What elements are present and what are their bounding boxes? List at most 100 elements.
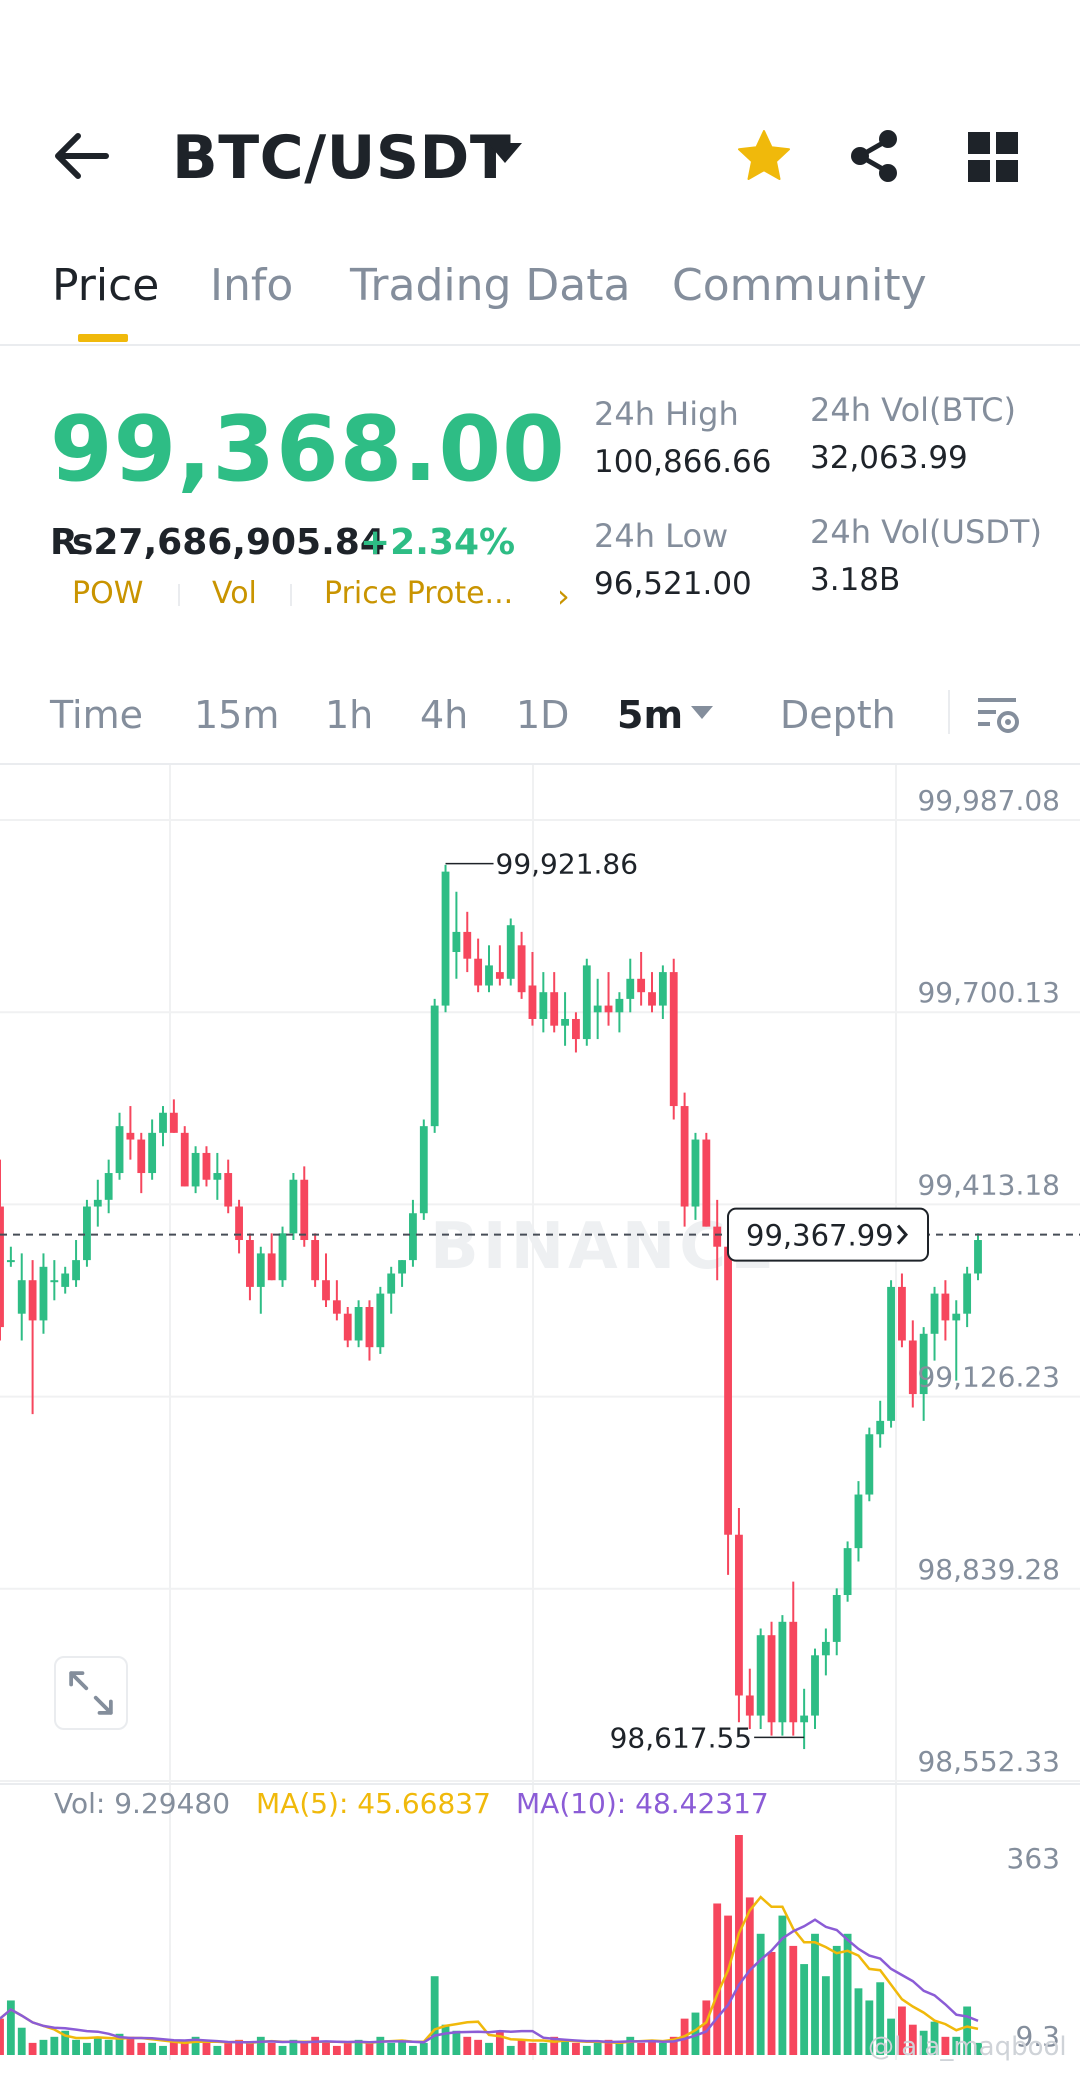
candle-body bbox=[311, 1240, 320, 1281]
volume-bar bbox=[213, 2045, 222, 2055]
candle-body bbox=[658, 972, 667, 1006]
candle-body bbox=[398, 1260, 406, 1274]
candle-body bbox=[724, 1246, 732, 1535]
volume-bar bbox=[148, 2042, 157, 2055]
candle-body bbox=[691, 1139, 700, 1207]
active-tab-indicator bbox=[78, 334, 128, 342]
star-icon[interactable] bbox=[736, 128, 792, 184]
timeframe-15m[interactable]: 15m bbox=[194, 690, 279, 740]
timeframe-depth[interactable]: Depth bbox=[780, 690, 896, 740]
volume-bar bbox=[517, 2039, 526, 2055]
candle-body bbox=[800, 1715, 809, 1723]
candle-body bbox=[843, 1548, 852, 1596]
fiat-price: ₨27,686,905.84 bbox=[50, 522, 385, 563]
price-axis-tick: 99,413.18 bbox=[917, 1168, 1060, 1201]
candle-body bbox=[789, 1621, 798, 1723]
volume-bar bbox=[202, 2042, 211, 2055]
timeframe-1h[interactable]: 1h bbox=[325, 690, 373, 740]
candle-body bbox=[159, 1112, 167, 1133]
candle-body bbox=[963, 1273, 972, 1314]
candle-body bbox=[137, 1139, 146, 1174]
candle-body bbox=[332, 1300, 341, 1314]
tag-price-protect[interactable]: Price Prote... bbox=[324, 574, 513, 614]
candles bbox=[0, 864, 982, 1750]
chevron-right-icon[interactable]: › bbox=[557, 576, 570, 616]
volume-axis: 3639.3 bbox=[1007, 1842, 1060, 2053]
volume-bar bbox=[811, 1933, 819, 2055]
volume-ma-lines bbox=[0, 1895, 979, 2045]
tab-price[interactable]: Price bbox=[52, 256, 159, 316]
volume-bar bbox=[615, 2042, 624, 2055]
timeframe-time[interactable]: Time bbox=[50, 690, 143, 740]
volume-bar bbox=[0, 2018, 4, 2055]
timeframe-dropdown-icon[interactable] bbox=[691, 706, 713, 719]
candle-body bbox=[169, 1112, 178, 1133]
volume-bar bbox=[72, 2039, 80, 2055]
tab-community[interactable]: Community bbox=[672, 256, 927, 316]
candle-body bbox=[430, 1005, 439, 1127]
volume-bar bbox=[528, 2042, 537, 2055]
candle-body bbox=[941, 1293, 950, 1321]
volume-bar bbox=[745, 1897, 754, 2055]
candle-body bbox=[669, 972, 678, 1107]
last-price: 99,368.00 bbox=[50, 397, 566, 502]
fullscreen-expand-icon[interactable] bbox=[54, 1656, 128, 1730]
low-marker-label: 98,617.55 bbox=[610, 1721, 753, 1754]
dropdown-caret-icon[interactable] bbox=[488, 143, 522, 163]
price-axis-tick: 99,700.13 bbox=[917, 976, 1060, 1009]
stat-24h-low-value: 96,521.00 bbox=[594, 566, 752, 602]
candle-body bbox=[387, 1273, 396, 1294]
timeframe-1d[interactable]: 1D bbox=[516, 690, 569, 740]
candle-body bbox=[756, 1635, 765, 1716]
candlestick-chart[interactable]: BINANCE 99,987.0899,700.1399,413.1899,12… bbox=[0, 764, 1080, 2073]
volume-bar bbox=[474, 2039, 483, 2055]
timeframe-4h[interactable]: 4h bbox=[420, 690, 468, 740]
volume-bar bbox=[506, 2045, 515, 2055]
candle-body bbox=[93, 1199, 102, 1207]
candle-body bbox=[322, 1280, 330, 1301]
tag-vol[interactable]: Vol bbox=[212, 574, 257, 614]
tag-pow[interactable]: POW bbox=[72, 574, 143, 614]
user-watermark: @lala_maqbool bbox=[868, 2032, 1067, 2062]
volume-bar bbox=[365, 2042, 374, 2055]
volume-bar bbox=[159, 2045, 167, 2055]
candle-body bbox=[452, 931, 461, 953]
price-change-percent: +2.34% bbox=[360, 522, 516, 563]
volume-bar bbox=[278, 2045, 287, 2055]
volume-ma5-label: MA(5): 45.66837 bbox=[256, 1787, 491, 1820]
timeframe-separator bbox=[948, 690, 950, 734]
candle-body bbox=[572, 1018, 580, 1040]
pair-title[interactable]: BTC/USDT bbox=[172, 118, 511, 198]
candle-body bbox=[191, 1152, 200, 1187]
candle-body bbox=[115, 1126, 124, 1174]
timeframe-5m[interactable]: 5m bbox=[617, 690, 683, 740]
candle-body bbox=[278, 1233, 287, 1281]
candle-body bbox=[267, 1253, 276, 1281]
candle-body bbox=[680, 1106, 689, 1207]
volume-bar bbox=[343, 2042, 352, 2055]
volume-bar bbox=[409, 2045, 417, 2055]
stat-24h-vol-btc-label: 24h Vol(BTC) bbox=[810, 391, 1016, 429]
volume-bar bbox=[724, 1915, 732, 2055]
volume-ma5-line bbox=[0, 1895, 979, 2045]
volume-label: Vol: 9.29480 bbox=[54, 1787, 231, 1820]
candle-body bbox=[561, 1018, 569, 1026]
tab-trading-data[interactable]: Trading Data bbox=[350, 256, 630, 316]
volume-bar bbox=[582, 2045, 591, 2055]
volume-bar bbox=[854, 1988, 863, 2055]
volume-bar bbox=[626, 2036, 635, 2055]
volume-bar bbox=[789, 1945, 798, 2055]
volume-bar bbox=[430, 1976, 439, 2055]
candle-body bbox=[0, 1206, 4, 1328]
candle-body bbox=[6, 1260, 15, 1263]
share-icon[interactable] bbox=[846, 128, 902, 184]
volume-bar bbox=[832, 1945, 841, 2055]
candle-body bbox=[343, 1313, 352, 1341]
back-arrow-icon[interactable] bbox=[52, 126, 110, 186]
grid-icon[interactable] bbox=[966, 130, 1020, 184]
chart-settings-icon[interactable] bbox=[976, 692, 1022, 738]
candle-body bbox=[224, 1173, 233, 1207]
tab-info[interactable]: Info bbox=[210, 256, 293, 316]
stat-24h-low-label: 24h Low bbox=[594, 517, 729, 555]
candle-body bbox=[876, 1420, 885, 1435]
